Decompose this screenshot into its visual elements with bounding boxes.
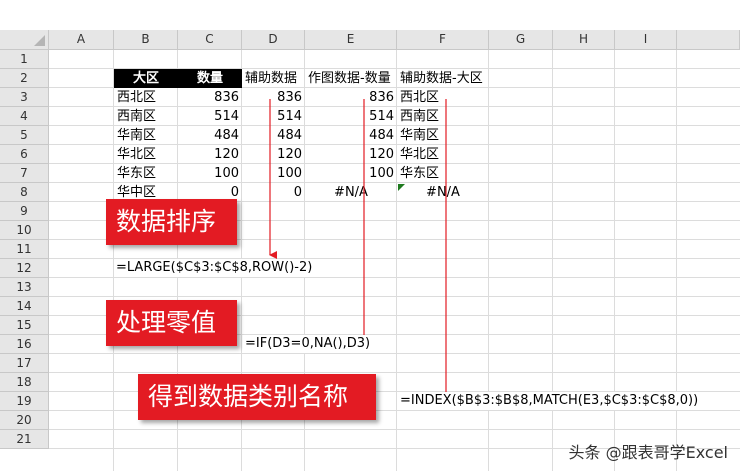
callout-handle-zero: 处理零值 (106, 300, 237, 346)
formula-if-na[interactable]: =IF(D3=0,NA(),D3) (243, 335, 373, 353)
spreadsheet[interactable]: ABCDEFGHI 1 2 3 4 5 6 7 8 9 10 11 12 13 14 15 16 17 18 19 2… (0, 0, 740, 471)
callout-category-name: 得到数据类别名称 (138, 374, 376, 420)
callout-data-sort: 数据排序 (106, 199, 237, 245)
watermark: 头条 @跟表哥学Excel (568, 443, 728, 462)
formula-index-match[interactable]: =INDEX($B$3:$B$8,MATCH(E3,$C$3:$C$8,0)) (398, 392, 701, 410)
formula-large[interactable]: =LARGE($C$3:$C$8,ROW()-2) (114, 259, 315, 277)
